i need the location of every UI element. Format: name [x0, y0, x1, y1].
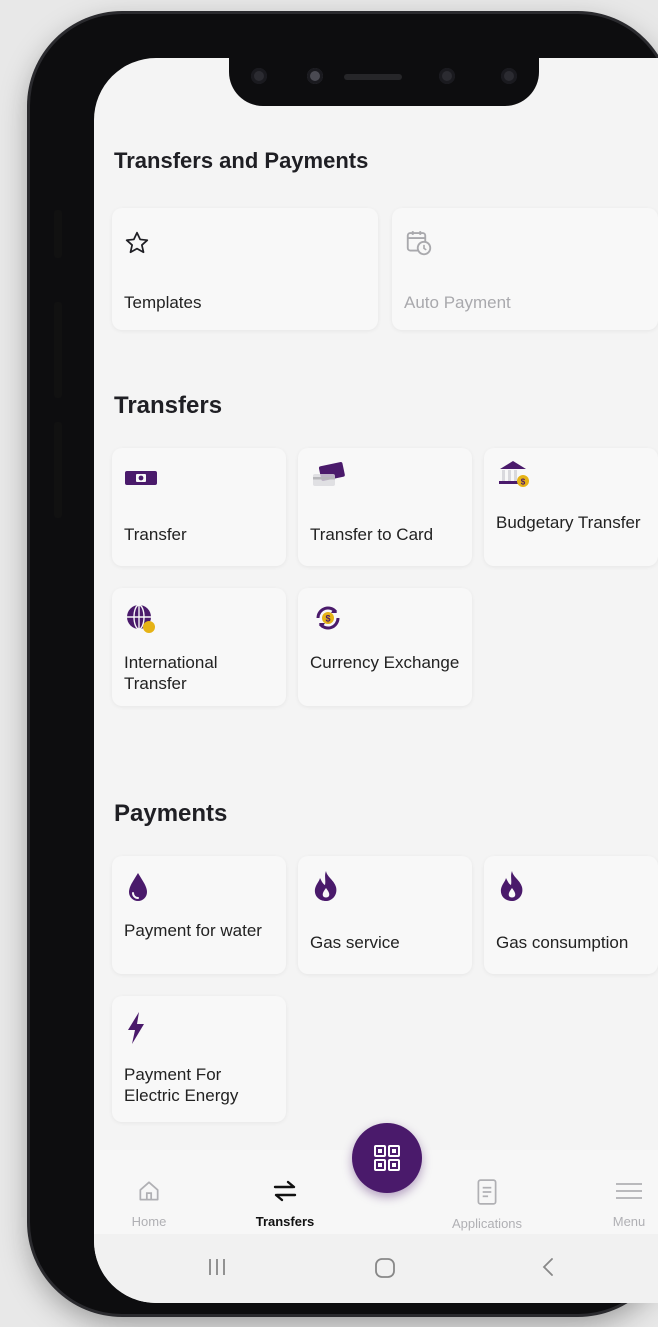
star-icon — [125, 231, 149, 254]
section-title-transfers: Transfers — [114, 392, 223, 419]
svg-text:$: $ — [521, 478, 526, 487]
section-title-transfers-payments: Transfers and Payments — [114, 148, 369, 173]
nav-transfers[interactable]: Transfers — [230, 1150, 340, 1229]
recent-apps-icon[interactable] — [206, 1256, 228, 1278]
payment-water-card[interactable]: Payment for water — [112, 856, 286, 974]
transfer-arrows-icon — [273, 1180, 297, 1202]
sensor-dot — [501, 68, 517, 84]
qr-scan-button[interactable] — [352, 1123, 422, 1193]
system-nav-bar — [94, 1234, 658, 1303]
budgetary-transfer-label: Budgetary Transfer — [496, 513, 641, 532]
gas-service-label: Gas service — [310, 933, 400, 952]
templates-label: Templates — [124, 293, 202, 312]
flame-icon — [500, 871, 523, 901]
international-transfer-label: International Transfer — [124, 653, 218, 693]
nav-menu-label: Menu — [612, 1214, 646, 1229]
templates-card[interactable]: Templates — [112, 208, 378, 330]
home-circle-icon[interactable] — [373, 1256, 397, 1280]
nav-home-label: Home — [131, 1214, 167, 1229]
calendar-clock-icon — [406, 231, 432, 256]
bank-icon: $ — [499, 461, 529, 487]
flame-icon — [314, 871, 337, 901]
document-icon — [477, 1179, 497, 1205]
front-camera — [307, 68, 323, 84]
lightning-icon — [128, 1012, 144, 1044]
home-icon — [139, 1181, 159, 1201]
auto-payment-card[interactable]: Auto Payment — [392, 208, 658, 330]
cash-icon — [125, 471, 157, 485]
side-button — [54, 210, 62, 258]
nav-applications-label: Applications — [451, 1216, 523, 1231]
qr-code-icon — [374, 1145, 400, 1171]
international-transfer-card[interactable]: International Transfer — [112, 588, 286, 706]
hamburger-icon — [616, 1183, 642, 1199]
phone-frame: Transfers and Payments Templates Auto Pa… — [30, 14, 658, 1314]
transfer-to-card-label: Transfer to Card — [310, 525, 434, 544]
transfer-card[interactable]: Transfer — [112, 448, 286, 566]
section-title-payments: Payments — [114, 800, 228, 827]
nav-home[interactable]: Home — [94, 1150, 204, 1229]
camera-notch — [229, 50, 539, 106]
svg-text:$: $ — [325, 614, 330, 624]
nav-menu[interactable]: Menu — [574, 1150, 658, 1229]
volume-down-button — [54, 422, 62, 518]
water-drop-icon — [129, 873, 147, 901]
earpiece-speaker — [344, 74, 402, 80]
nav-transfers-label: Transfers — [255, 1214, 315, 1229]
sensor-dot — [439, 68, 455, 84]
electric-energy-card[interactable]: Payment For Electric Energy — [112, 996, 286, 1122]
back-icon[interactable] — [540, 1256, 556, 1278]
currency-exchange-icon: $ — [316, 606, 340, 630]
sensor-dot — [251, 68, 267, 84]
card-icon — [313, 462, 345, 486]
volume-up-button — [54, 302, 62, 398]
electric-energy-label: Payment For Electric Energy — [124, 1065, 239, 1105]
payment-water-label: Payment for water — [124, 921, 262, 940]
nav-applications[interactable]: Applications — [432, 1150, 542, 1231]
currency-exchange-label: Currency Exchange — [310, 653, 460, 672]
auto-payment-label: Auto Payment — [404, 293, 511, 312]
gas-consumption-label: Gas consumption — [496, 933, 629, 952]
transfer-label: Transfer — [124, 525, 187, 544]
gas-service-card[interactable]: Gas service — [298, 856, 472, 974]
globe-icon — [127, 604, 155, 633]
screen: Transfers and Payments Templates Auto Pa… — [94, 58, 658, 1303]
gas-consumption-card[interactable]: Gas consumption — [484, 856, 658, 974]
currency-exchange-card[interactable]: $ Currency Exchange — [298, 588, 472, 706]
transfer-to-card-card[interactable]: Transfer to Card — [298, 448, 472, 566]
budgetary-transfer-card[interactable]: $ Budgetary Transfer — [484, 448, 658, 566]
